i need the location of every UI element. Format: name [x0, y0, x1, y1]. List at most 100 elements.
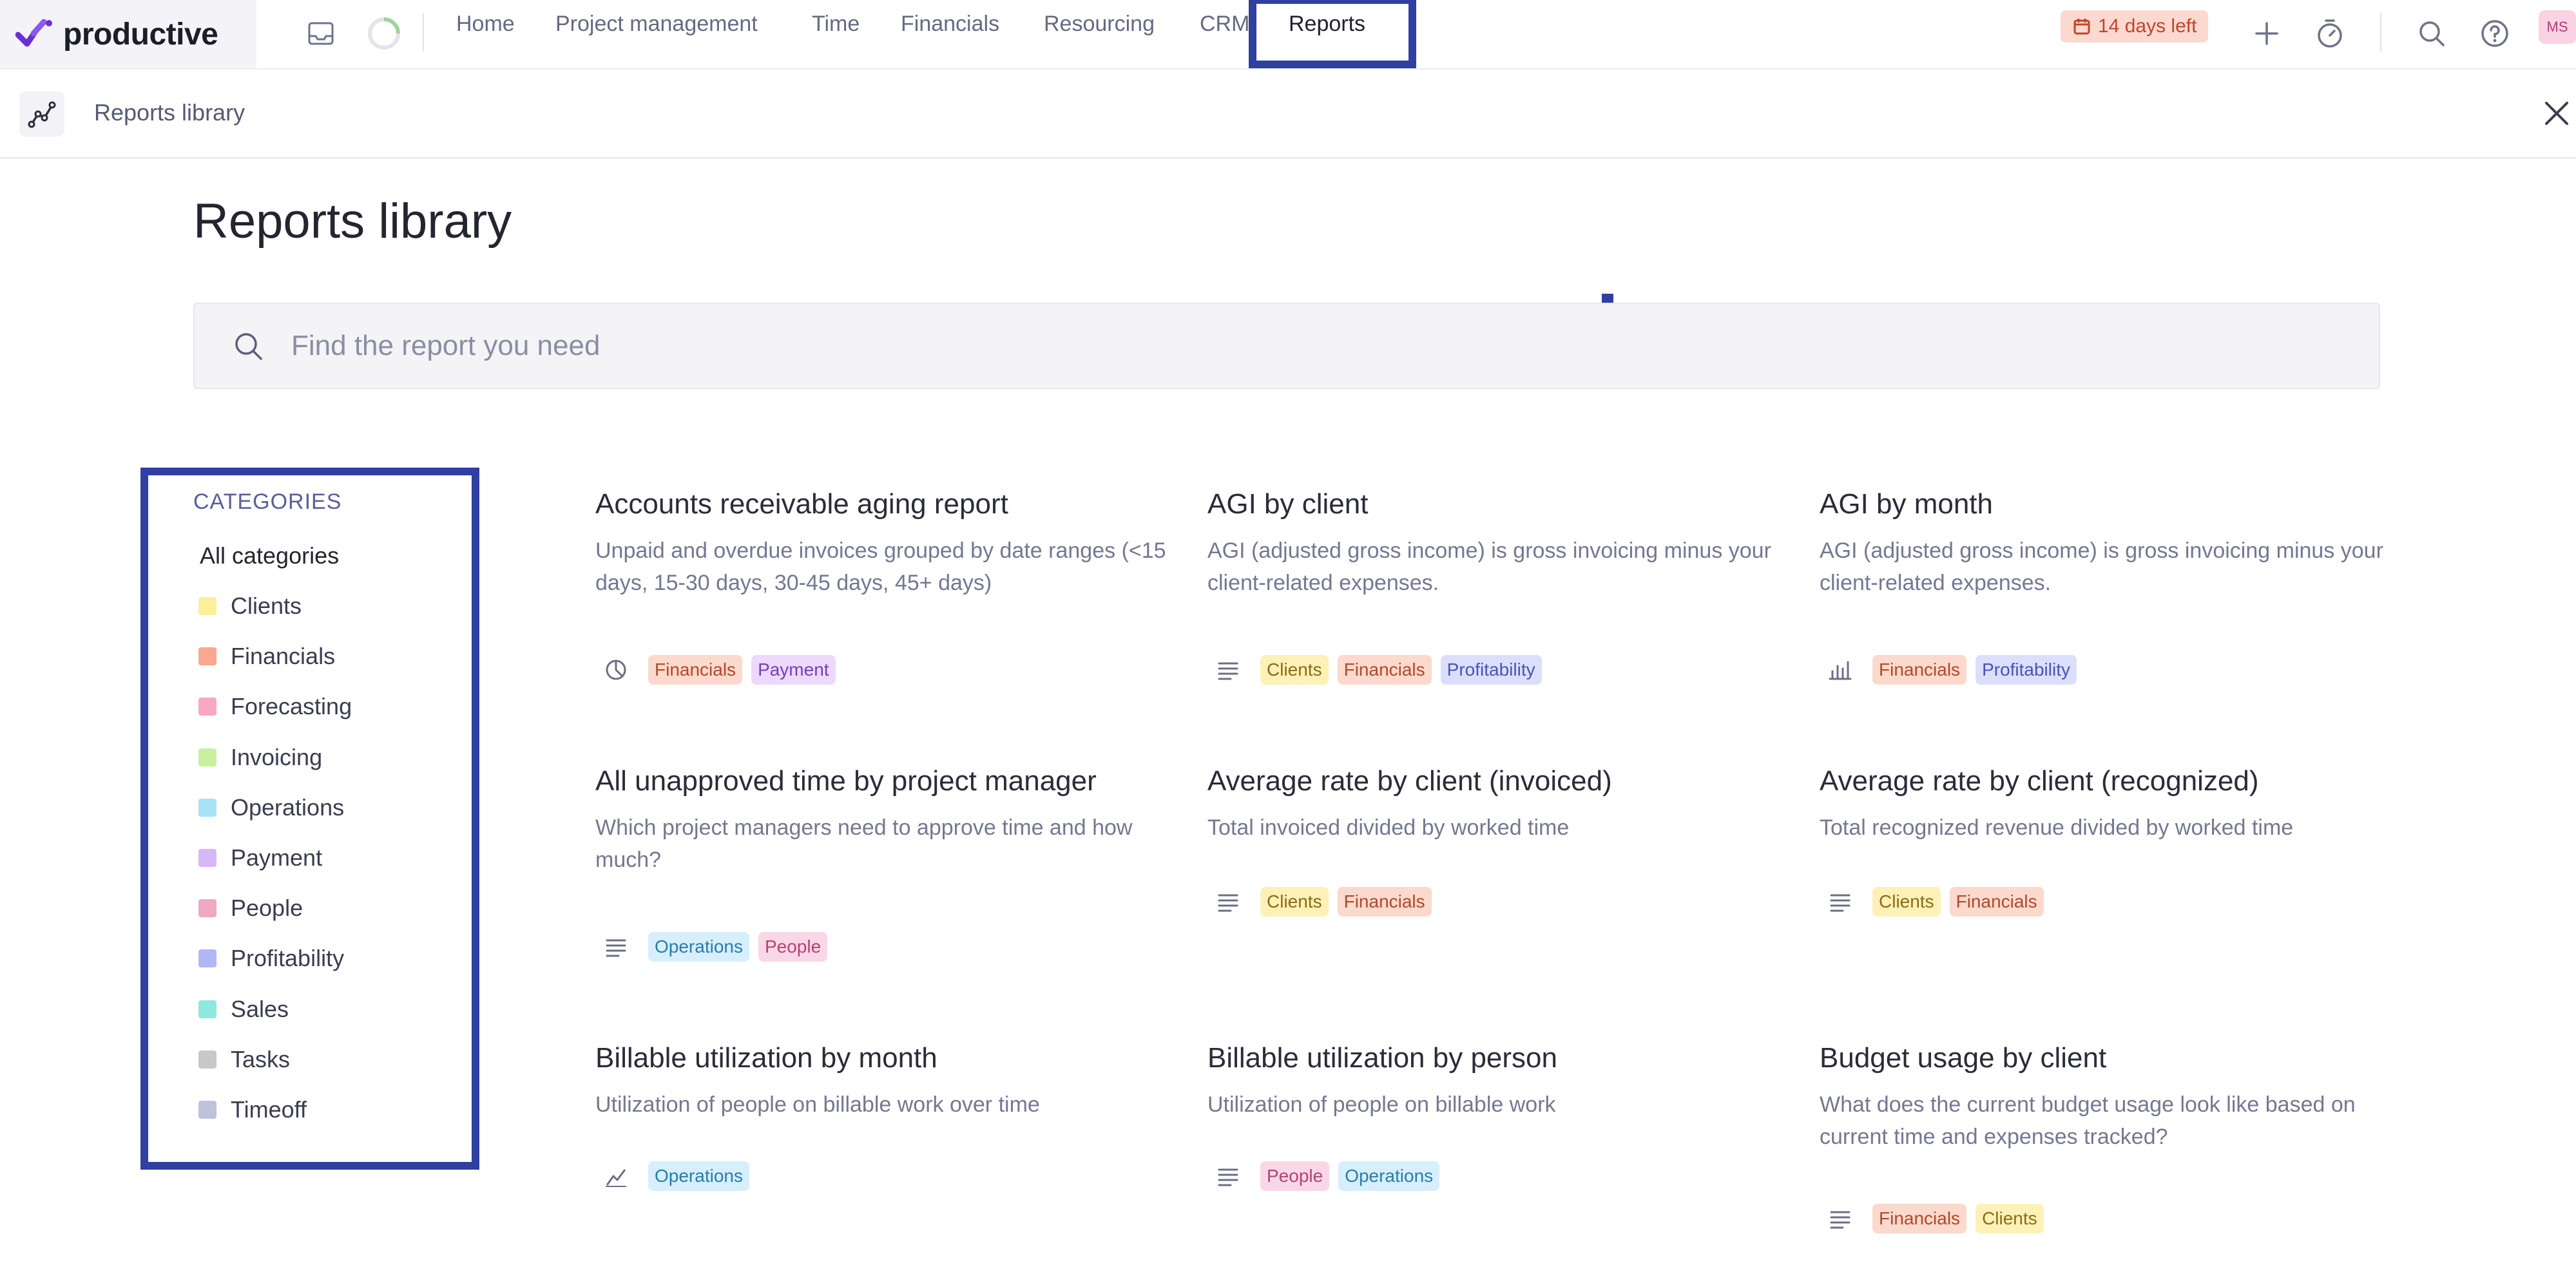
report-card[interactable]: AGI by month AGI (adjusted gross income) … [1820, 488, 2399, 720]
report-meta: Financials Clients [1820, 1203, 2044, 1234]
nav-reports[interactable]: Reports [1289, 12, 1365, 37]
app-logo[interactable]: productive [0, 0, 256, 68]
category-label: People [231, 895, 303, 922]
category-tag: Clients [1260, 655, 1329, 685]
category-swatch [198, 597, 216, 615]
category-label: Payment [231, 844, 323, 871]
category-clients[interactable]: Clients [198, 590, 302, 622]
report-title[interactable]: Budget usage by client [1820, 1042, 2399, 1074]
report-title[interactable]: Average rate by client (invoiced) [1207, 765, 1787, 797]
report-card[interactable]: Billable utilization by person Utilizatio… [1207, 1042, 1787, 1274]
report-title[interactable]: AGI by month [1820, 488, 2399, 520]
nav-crm[interactable]: CRM [1200, 12, 1249, 37]
category-label: Profitability [231, 945, 345, 972]
category-swatch [198, 1101, 216, 1119]
category-tag: Payment [751, 655, 836, 685]
category-label: Financials [231, 643, 336, 670]
timer-icon[interactable] [2309, 13, 2350, 54]
category-tag: People [758, 932, 828, 962]
add-icon[interactable] [2246, 13, 2287, 54]
user-avatar[interactable]: MS [2539, 10, 2576, 44]
category-swatch [198, 748, 216, 766]
category-people[interactable]: People [198, 892, 303, 924]
nav-resourcing[interactable]: Resourcing [1044, 12, 1155, 37]
report-description: Utilization of people on billable work o… [595, 1092, 1040, 1117]
report-meta: Clients Financials [1820, 886, 2044, 917]
category-tag: Financials [1337, 655, 1432, 685]
report-card[interactable]: Billable utilization by month Utilization… [595, 1042, 1175, 1274]
category-invoicing[interactable]: Invoicing [198, 741, 322, 774]
report-meta: Financials Payment [595, 654, 836, 685]
category-operations[interactable]: Operations [198, 792, 344, 824]
report-description: AGI (adjusted gross income) is gross inv… [1820, 538, 2383, 595]
trial-badge[interactable]: 14 days left [2061, 10, 2209, 43]
category-forecasting[interactable]: Forecasting [198, 690, 352, 723]
report-card[interactable]: Budget usage by client What does the curr… [1820, 1042, 2399, 1274]
category-swatch [198, 949, 216, 968]
category-label: Clients [231, 593, 302, 619]
categories-heading: CATEGORIES [193, 490, 342, 514]
report-title[interactable]: Billable utilization by month [595, 1042, 1175, 1074]
report-description: Total invoiced divided by worked time [1207, 815, 1570, 840]
report-description: Unpaid and overdue invoices grouped by d… [595, 538, 1166, 595]
report-search-input[interactable] [290, 329, 2225, 363]
help-icon[interactable] [2474, 13, 2515, 54]
report-title[interactable]: AGI by client [1207, 488, 1787, 520]
category-financials[interactable]: Financials [198, 640, 335, 672]
report-card[interactable]: Average rate by client (recognized) Total… [1820, 765, 2399, 997]
report-meta: Clients Financials [1207, 886, 1432, 917]
category-swatch [198, 899, 216, 918]
pie-chart-icon [595, 654, 637, 685]
category-tag: Operations [648, 932, 749, 962]
report-title[interactable]: All unapproved time by project manager [595, 765, 1175, 797]
category-label: Sales [231, 995, 289, 1022]
report-card[interactable]: AGI by client AGI (adjusted gross income)… [1207, 488, 1787, 720]
nav-project-management[interactable]: Project management [555, 12, 758, 37]
report-search-box[interactable] [193, 303, 2380, 389]
reports-library-header-bar: Reports library [0, 70, 2576, 158]
table-icon [1820, 1203, 1861, 1234]
table-icon [595, 931, 637, 962]
close-icon[interactable] [2539, 95, 2575, 131]
nav-home[interactable]: Home [456, 12, 515, 37]
category-payment[interactable]: Payment [198, 842, 322, 874]
reports-graph-icon [19, 91, 64, 137]
report-card[interactable]: Average rate by client (invoiced) Total i… [1207, 765, 1787, 997]
category-tag: Financials [1949, 887, 2044, 917]
report-title[interactable]: Average rate by client (recognized) [1820, 765, 2399, 797]
toolbar-divider [2380, 13, 2381, 52]
calendar-icon [2073, 19, 2090, 35]
category-swatch [198, 849, 216, 867]
search-icon[interactable] [2411, 13, 2452, 54]
category-tag: Operations [1338, 1161, 1440, 1191]
nav-time[interactable]: Time [812, 12, 860, 37]
category-label: Operations [231, 794, 345, 821]
category-tag: Clients [1260, 887, 1329, 917]
report-card[interactable]: All unapproved time by project manager Wh… [595, 765, 1175, 997]
trial-label: 14 days left [2098, 15, 2197, 37]
category-all[interactable]: All categories [200, 542, 339, 569]
report-meta: Operations People [595, 931, 828, 962]
productive-logo-icon [15, 19, 52, 47]
report-meta: Operations [595, 1161, 749, 1192]
nav-financials[interactable]: Financials [901, 12, 999, 37]
subbar-title: Reports library [94, 99, 245, 126]
table-icon [1207, 1161, 1249, 1192]
category-tag: Clients [1872, 887, 1941, 917]
table-icon [1207, 886, 1249, 917]
category-tag: Financials [1872, 1204, 1967, 1233]
category-tag: People [1260, 1161, 1330, 1191]
category-timeoff[interactable]: Timeoff [198, 1094, 307, 1126]
category-profitability[interactable]: Profitability [198, 942, 344, 975]
progress-ring-icon[interactable] [363, 13, 405, 54]
category-tag: Financials [648, 655, 743, 685]
report-card[interactable]: Accounts receivable aging report Unpaid a… [595, 488, 1175, 720]
report-title[interactable]: Billable utilization by person [1207, 1042, 1787, 1074]
category-tag: Operations [648, 1161, 749, 1191]
category-sales[interactable]: Sales [198, 993, 289, 1025]
category-tasks[interactable]: Tasks [198, 1043, 290, 1076]
report-title[interactable]: Accounts receivable aging report [595, 488, 1175, 520]
category-tag: Profitability [1975, 655, 2077, 685]
report-description: What does the current budget usage look … [1820, 1092, 2356, 1149]
inbox-icon[interactable] [300, 13, 341, 54]
